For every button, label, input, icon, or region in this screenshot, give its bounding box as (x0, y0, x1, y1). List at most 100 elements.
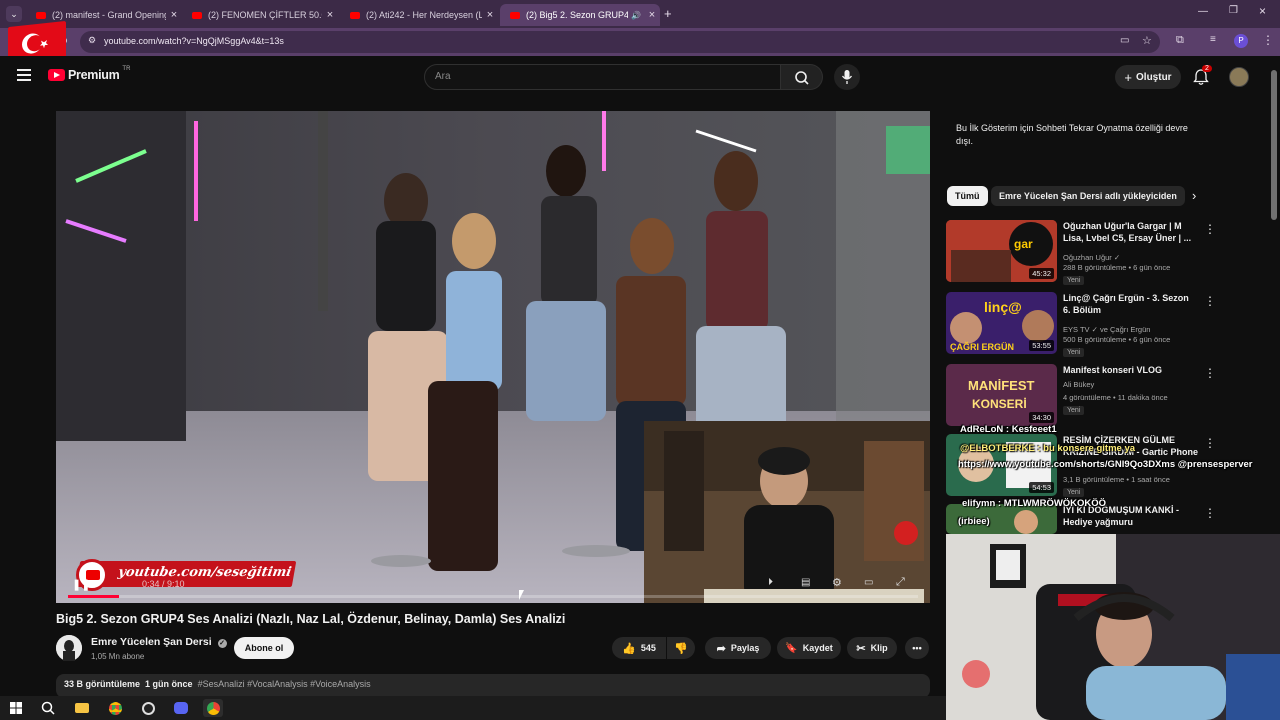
settings-gear-icon[interactable]: ⚙ (832, 576, 842, 589)
pause-button[interactable]: ❚❚ (72, 578, 90, 591)
speaker-icon[interactable]: 🔊 (628, 11, 644, 20)
obs-icon[interactable] (138, 699, 158, 717)
watermark-text: youtube.com/seseğitimi (116, 565, 293, 580)
verified-badge-icon: ✓ (217, 639, 227, 648)
video-player[interactable]: youtube.com/seseğitimi ❚❚ 0:34 / 9:10 ⏵ … (56, 111, 930, 603)
close-tab-icon[interactable]: × (644, 9, 660, 21)
subtitles-icon[interactable]: ▤ (801, 577, 810, 588)
chrome-menu-icon[interactable]: ⋮ (1262, 33, 1274, 47)
address-bar[interactable]: ⚙ youtube.com/watch?v=NgQjMSggAv4&t=13s … (80, 31, 1160, 53)
chevron-right-icon[interactable]: › (1192, 188, 1196, 203)
description-box[interactable]: 33 B görüntüleme 1 gün önce #SesAnalizi … (56, 674, 930, 698)
svg-text:KONSERİ: KONSERİ (972, 396, 1027, 411)
more-vertical-icon[interactable]: ⋮ (1204, 222, 1216, 236)
site-info-icon[interactable]: ⚙ (88, 35, 96, 46)
create-button[interactable]: + Oluştur (1115, 65, 1181, 89)
dislike-button[interactable]: 👎 (667, 637, 695, 659)
media-control-icon[interactable]: ≡ (1210, 34, 1216, 45)
chrome-active-icon[interactable] (203, 699, 223, 717)
close-tab-icon[interactable]: × (166, 9, 182, 21)
like-button[interactable]: 👍 545 (612, 637, 666, 659)
tab-big5[interactable]: (2) Big5 2. Sezon GRUP4 Se 🔊 × (500, 4, 660, 26)
progress-fill (68, 595, 119, 598)
recommendation-item[interactable]: linç@ ÇAĞRI ERGÜN 53:55 Linç@ Çağrı Ergün… (946, 292, 1226, 357)
more-vertical-icon[interactable]: ⋮ (1204, 506, 1216, 520)
youtube-favicon-icon (36, 11, 46, 19)
windows-taskbar (0, 696, 946, 720)
more-vertical-icon[interactable]: ⋮ (1204, 294, 1216, 308)
webcam-image (946, 534, 1280, 720)
stream-chat-line: https://www.youtube.com/shorts/GNl9Qo3DX… (958, 459, 1253, 470)
taskbar-search-icon[interactable] (38, 699, 58, 717)
svg-text:MANİFEST: MANİFEST (968, 378, 1035, 393)
stream-chat-line: AdReLoN : Kesfeeet1 (960, 424, 1057, 435)
extensions-icon[interactable]: ⧉ (1176, 34, 1184, 47)
chip-all[interactable]: Tümü (947, 186, 988, 206)
search-icon (795, 71, 809, 85)
restore-button[interactable]: ❐ (1229, 5, 1238, 16)
search-input[interactable]: Ara (424, 64, 781, 90)
more-actions-button[interactable]: ••• (905, 637, 929, 659)
fullscreen-icon[interactable]: ⤢ (896, 576, 905, 589)
tab-ati242[interactable]: (2) Ati242 - Her Nerdeysen (Liv × (340, 4, 498, 26)
save-button[interactable]: 🔖 Kaydet (777, 637, 841, 659)
new-tab-button[interactable]: + (664, 6, 672, 21)
youtube-header: Premium TR Ara + Oluştur 2 (0, 56, 1280, 98)
more-vertical-icon[interactable]: ⋮ (1204, 436, 1216, 450)
minimize-button[interactable]: — (1198, 6, 1208, 17)
discord-icon[interactable] (171, 699, 191, 717)
bookmark-icon: 🔖 (785, 642, 798, 654)
windows-start-icon[interactable] (6, 699, 26, 717)
close-window-button[interactable]: × (1259, 4, 1266, 18)
notifications-button[interactable]: 2 (1193, 65, 1212, 91)
youtube-premium-logo[interactable]: Premium TR (48, 66, 130, 82)
voice-search-button[interactable] (834, 64, 860, 90)
subscribe-button[interactable]: Abone ol (234, 637, 294, 659)
chrome-icon[interactable] (105, 699, 125, 717)
channel-avatar[interactable] (56, 635, 82, 661)
youtube-favicon-icon (510, 11, 520, 19)
cast-icon[interactable]: ▭ (1120, 35, 1129, 46)
video-thumbnail: gar 45:32 (946, 220, 1057, 282)
more-horizontal-icon: ••• (912, 643, 922, 653)
live-chat-replay-notice: Bu İlk Gösterim için Sohbeti Tekrar Oyna… (956, 123, 1188, 146)
svg-text:gar: gar (1014, 237, 1033, 251)
streamer-webcam (946, 534, 1280, 720)
channel-watermark: youtube.com/seseğitimi (75, 561, 297, 587)
stream-chat-line: @ELBOTBERKE : bu konsere gitme ya (960, 443, 1136, 454)
share-button[interactable]: ➦ Paylaş (705, 637, 771, 659)
tab-search-button[interactable]: ⌄ (6, 6, 22, 22)
file-explorer-icon[interactable] (72, 699, 92, 717)
page-scrollbar[interactable] (1271, 70, 1277, 220)
coach-camera-image (644, 421, 930, 603)
account-avatar[interactable] (1229, 67, 1249, 87)
tab-fenomen[interactable]: (2) FENOMEN ÇİFTLER 50.000TL × (182, 4, 338, 26)
autoplay-toggle[interactable]: ⏵ (768, 577, 773, 588)
clip-button[interactable]: ✂ Klip (847, 637, 897, 659)
channel-name[interactable]: Emre Yücelen Şan Dersi ✓ (91, 636, 227, 648)
time-display: 0:34 / 9:10 (142, 579, 185, 589)
close-tab-icon[interactable]: × (322, 9, 338, 21)
chip-from-uploader[interactable]: Emre Yücelen Şan Dersi adlı yükleyiciden (991, 186, 1185, 206)
search-button[interactable] (781, 64, 823, 90)
close-tab-icon[interactable]: × (482, 9, 498, 21)
youtube-play-icon (48, 69, 65, 81)
progress-bar[interactable] (68, 595, 918, 598)
scissors-icon: ✂ (856, 642, 866, 655)
stream-chat-line: elifymn : MTLWMRÖWÖKOKÖÖ (962, 498, 1107, 509)
thumbs-down-icon: 👎 (674, 642, 688, 655)
more-vertical-icon[interactable]: ⋮ (1204, 366, 1216, 380)
bookmark-star-icon[interactable]: ☆ (1142, 34, 1152, 47)
theater-mode-icon[interactable]: ▭ (864, 577, 873, 588)
thumbs-up-icon: 👍 (622, 642, 636, 655)
hamburger-menu-icon[interactable] (17, 69, 31, 81)
video-title: Big5 2. Sezon GRUP4 Ses Analizi (Nazlı, … (56, 612, 566, 626)
recommendation-item[interactable]: gar 45:32 Oğuzhan Uğur'la Gargar | M Lis… (946, 220, 1226, 285)
verified-badge-icon: ✓ (1113, 253, 1121, 262)
recommendation-item[interactable]: MANİFEST KONSERİ 34:30 Manifest konseri V… (946, 364, 1226, 428)
url-text: youtube.com/watch?v=NgQjMSggAv4&t=13s (104, 36, 284, 46)
svg-text:ÇAĞRI ERGÜN: ÇAĞRI ERGÜN (950, 341, 1014, 352)
picture-in-picture-overlay (644, 421, 930, 603)
video-thumbnail: MANİFEST KONSERİ 34:30 (946, 364, 1057, 426)
profile-avatar[interactable]: P (1234, 34, 1248, 48)
